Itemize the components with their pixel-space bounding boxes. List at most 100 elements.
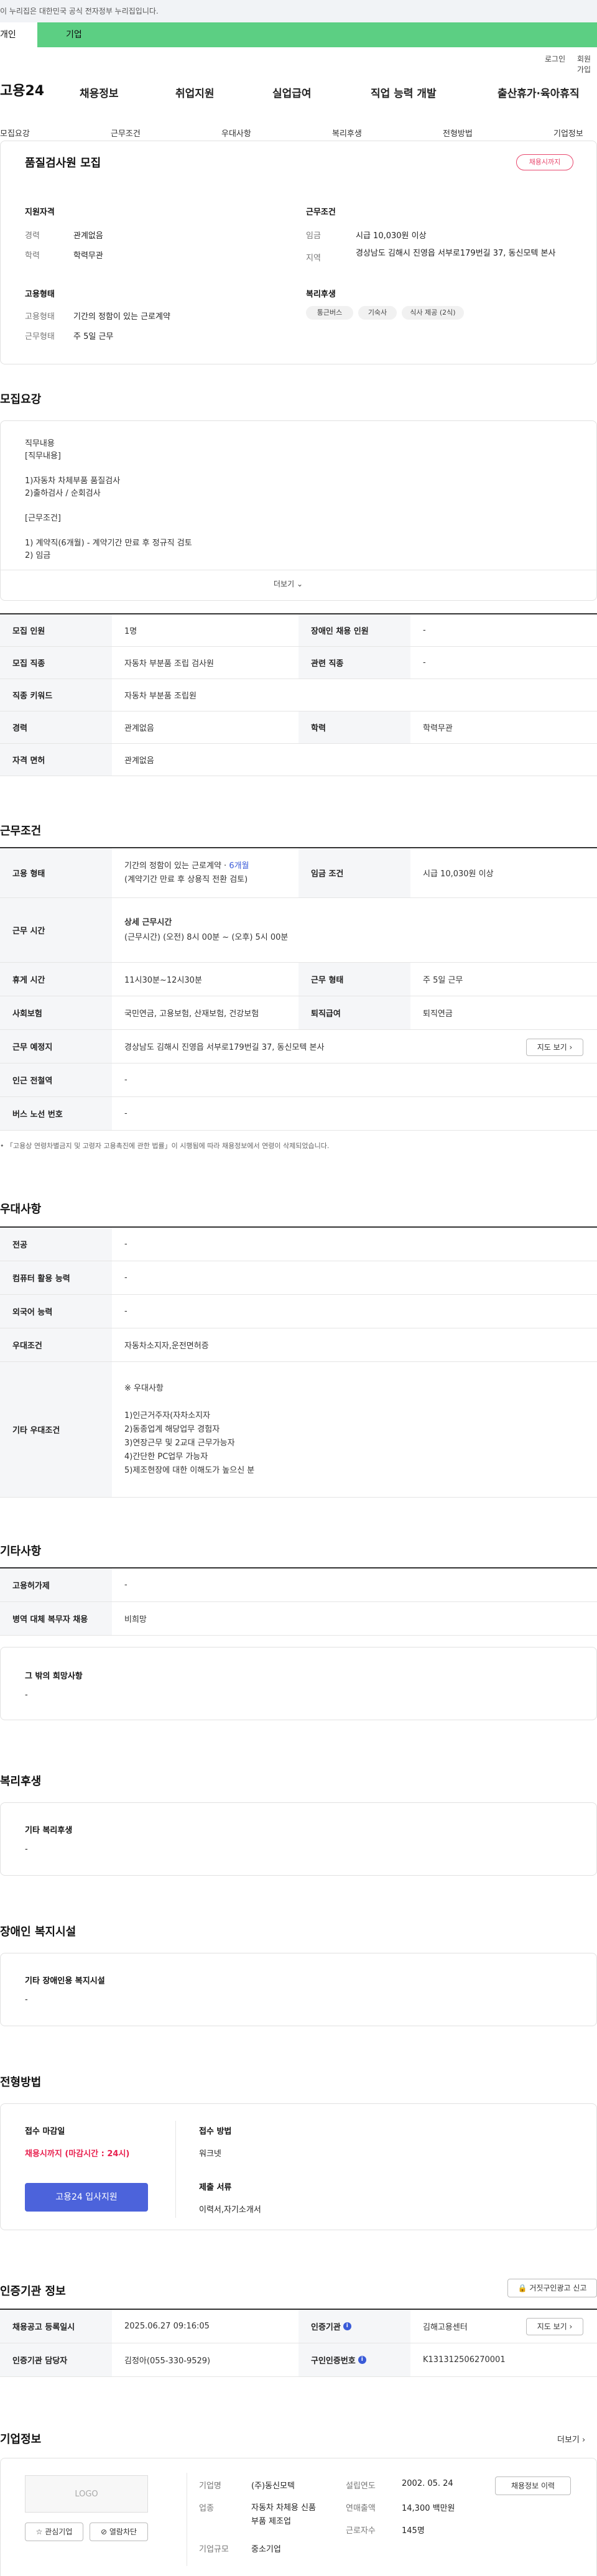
td: 관계없음 xyxy=(124,756,154,766)
emp-type-label: 고용형태 xyxy=(25,312,55,322)
th: 구인인증번호 i xyxy=(298,2343,410,2376)
td: 자동차소지자,운전면허증 xyxy=(124,1341,209,1351)
table-row: 경력 관계없음 학력 학력무관 xyxy=(0,711,597,744)
subnav-preference[interactable]: 우대사항 xyxy=(221,127,251,139)
gnb-leave[interactable]: 출산휴가·육아휴직 xyxy=(497,85,580,100)
th: 장애인 채용 인원 xyxy=(298,614,410,646)
td: 기간의 정함이 있는 근로계약 · 6개월 (계약기간 만료 후 상용직 전환 … xyxy=(112,848,298,897)
hiring-history-button[interactable]: 채용정보 이력 xyxy=(495,2476,571,2495)
join-link[interactable]: 회원가입 xyxy=(577,53,597,75)
company-name-value: (주)동신모텍 xyxy=(251,2481,295,2491)
table-row: 모집 직종 자동차 부분품 조립 검사원 관련 직종 - xyxy=(0,647,597,679)
recruit-more-button[interactable]: 더보기 ⌄ xyxy=(274,578,303,589)
size-label: 기업규모 xyxy=(199,2545,229,2554)
subnav-welfare[interactable]: 복리후생 xyxy=(332,127,362,139)
hours-value: (근무시간) (오전) 8시 00분 ~ (오후) 5시 00분 xyxy=(124,932,289,942)
gov-banner: 이 누리집은 대한민국 공식 전자정부 누리집입니다. xyxy=(0,0,597,22)
wage-label: 임금 xyxy=(306,231,321,241)
company-name-label: 기업명 xyxy=(199,2481,221,2491)
table-row: 전공 - xyxy=(0,1228,597,1261)
org-label: 인증기관 xyxy=(311,2323,341,2332)
td: 비희망 xyxy=(124,1615,147,1624)
recruit-section-title: 모집요강 xyxy=(0,393,42,406)
report-ad-button[interactable]: 🔒 거짓구인광고 신고 xyxy=(507,2279,597,2297)
disabled-box xyxy=(0,1953,597,2026)
age-footnote-text: 「고용상 연령차별금지 및 고령자 고용촉진에 관한 법률」이 시행됨에 따라 … xyxy=(6,1142,330,1150)
welfare-etc-head: 기타 복리후생 xyxy=(25,1826,73,1835)
login-link[interactable]: 로그인 xyxy=(545,53,565,64)
th: 임금 조건 xyxy=(298,848,410,897)
chevron-right-icon: › xyxy=(569,1043,573,1052)
disabled-section-title: 장애인 복지시설 xyxy=(0,1925,76,1939)
table-row: 우대조건 자동차소지자,운전면허증 xyxy=(0,1328,597,1362)
th: 인증기관 담당자 xyxy=(0,2343,112,2376)
table-row: 인근 전철역 - xyxy=(0,1063,597,1097)
report-ad-label: 거짓구인광고 신고 xyxy=(529,2284,587,2292)
th: 인증기관 i xyxy=(298,2310,410,2343)
gnb-benefit[interactable]: 실업급여 xyxy=(272,85,312,100)
th: 모집 인원 xyxy=(0,614,112,646)
chevron-right-icon: › xyxy=(569,2322,573,2331)
emp-type-value: 기간의 정함이 있는 근로계약 xyxy=(73,312,170,322)
block-label: 열람차단 xyxy=(109,2527,137,2536)
td: ※ 우대사항 1)인근거주자(자차소지자 2)동종업계 해당업무 경험자 3)연… xyxy=(124,1383,255,1475)
table-row: 모집 인원 1명 장애인 채용 인원 - xyxy=(0,614,597,647)
subnav-conditions[interactable]: 근무조건 xyxy=(111,127,141,139)
td: - xyxy=(124,1580,127,1590)
other-wish-head: 그 밖의 희망사항 xyxy=(25,1672,83,1681)
info-icon[interactable]: i xyxy=(358,2356,366,2364)
chevron-right-icon: › xyxy=(582,2435,586,2445)
disabled-value: - xyxy=(25,1995,28,2004)
tab-personal[interactable]: 개인 xyxy=(0,22,16,47)
emp-type-line: 기간의 정함이 있는 근로계약 · 6개월 xyxy=(124,859,249,873)
block-view-button[interactable]: ⊘ 열람차단 xyxy=(90,2523,148,2541)
lock-icon: 🔒 xyxy=(517,2284,527,2292)
th: 외국어 능력 xyxy=(0,1295,112,1328)
workers-value: 145명 xyxy=(402,2526,425,2536)
subnav-company[interactable]: 기업정보 xyxy=(553,127,583,139)
selection-section-title: 전형방법 xyxy=(0,2076,42,2089)
edu-value: 학력무관 xyxy=(73,251,103,261)
table-row: 버스 노선 번호 - xyxy=(0,1097,597,1131)
work-type-label: 근무형태 xyxy=(25,332,55,341)
td: - xyxy=(124,1075,127,1085)
td: 관계없음 xyxy=(124,724,154,733)
th: 인근 전철역 xyxy=(0,1063,112,1096)
company-more-link[interactable]: 더보기 › xyxy=(557,2433,585,2445)
th: 경력 xyxy=(0,711,112,743)
gnb-training[interactable]: 직업 능력 개발 xyxy=(371,85,437,100)
gnb-support[interactable]: 취업지원 xyxy=(175,85,215,100)
th: 근무 시간 xyxy=(0,898,112,962)
th: 근무 예정지 xyxy=(0,1030,112,1063)
td: - xyxy=(423,658,426,667)
recruit-detail-text: 직무내용 [직무내용] 1)자동차 차체부품 품질검사 2)출하검사 / 순회검… xyxy=(25,439,192,560)
subnav-recruit[interactable]: 모집요강 xyxy=(0,127,30,139)
gov-banner-text: 이 누리집은 대한민국 공식 전자정부 누리집입니다. xyxy=(0,7,159,16)
th: 고용허가제 xyxy=(0,1568,112,1601)
td: 김정아(055-330-9529) xyxy=(124,2356,211,2366)
info-icon[interactable]: i xyxy=(343,2322,351,2330)
gnb-jobs[interactable]: 채용정보 xyxy=(80,85,119,100)
td: 국민연금, 고용보험, 산재보험, 건강보험 xyxy=(124,1009,259,1019)
th: 기타 우대조건 xyxy=(0,1362,112,1497)
interest-company-button[interactable]: ☆ 관심기업 xyxy=(25,2523,83,2541)
th: 버스 노선 번호 xyxy=(0,1097,112,1130)
industry-label: 업종 xyxy=(199,2504,214,2513)
qual-head: 지원자격 xyxy=(25,208,55,217)
td: 자동차 부분품 조립 검사원 xyxy=(124,659,214,669)
map-button[interactable]: 지도 보기 › xyxy=(526,1039,583,1056)
table-row: 병역 대체 복무자 채용 비희망 xyxy=(0,1602,597,1636)
table-row: 고용 형태 기간의 정함이 있는 근로계약 · 6개월 (계약기간 만료 후 상… xyxy=(0,848,597,898)
site-logo[interactable]: 고용24 xyxy=(0,80,44,100)
th: 병역 대체 복무자 채용 xyxy=(0,1602,112,1635)
company-more-label: 더보기 xyxy=(557,2435,580,2445)
td: 2025.06.27 09:16:05 xyxy=(124,2322,210,2331)
tab-company[interactable]: 기업 xyxy=(37,22,597,47)
table-row: 컴퓨터 활용 능력 - xyxy=(0,1261,597,1295)
docs-head: 제출 서류 xyxy=(199,2183,232,2192)
th: 모집 직종 xyxy=(0,647,112,679)
subnav-selection[interactable]: 전형방법 xyxy=(443,127,473,139)
company-logo-placeholder: LOGO xyxy=(25,2475,148,2513)
apply-button[interactable]: 고용24 입사지원 xyxy=(25,2183,148,2212)
cert-map-button[interactable]: 지도 보기 › xyxy=(526,2318,583,2335)
